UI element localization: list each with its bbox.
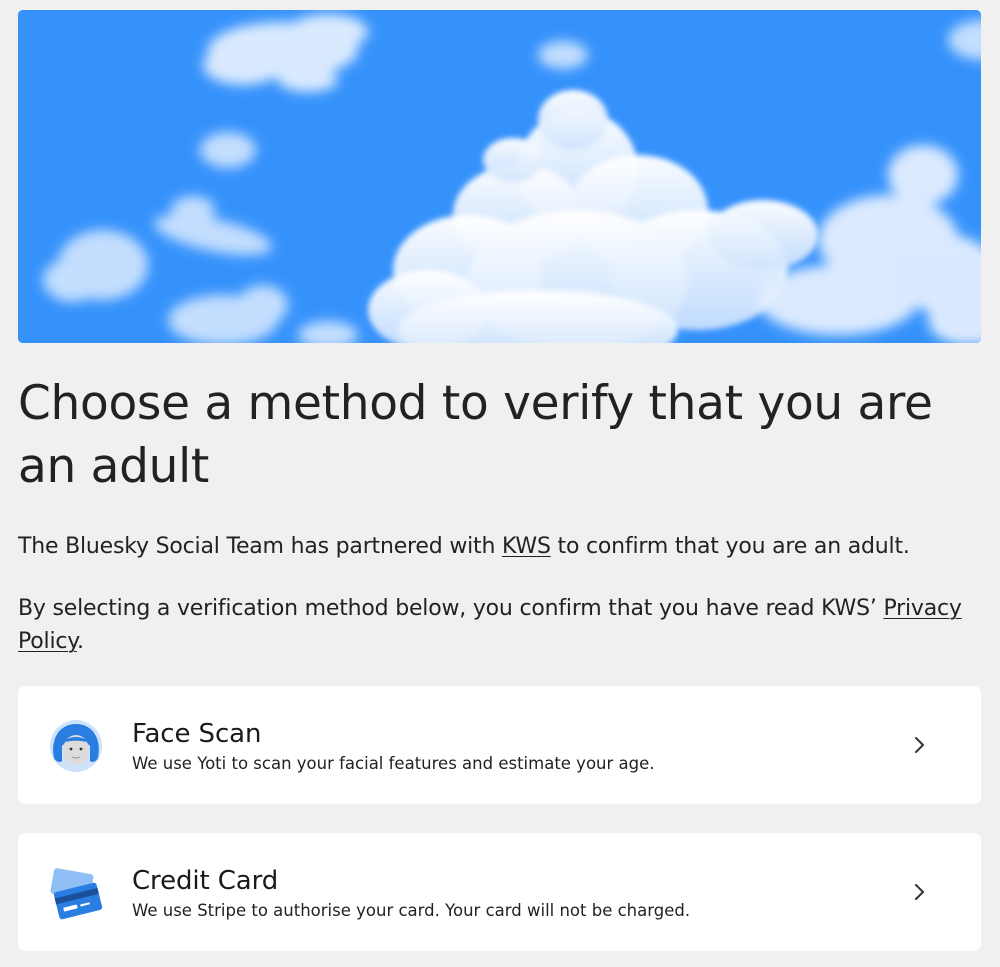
partner-text-before: The Bluesky Social Team has partnered wi…: [18, 534, 502, 559]
chevron-right-icon: [907, 880, 931, 904]
method-description: We use Stripe to authorise your card. Yo…: [132, 901, 691, 920]
sky-clouds-image: [18, 10, 981, 343]
chevron-right-icon: [907, 733, 931, 757]
credit-card-icon: [46, 863, 106, 923]
page-title: Choose a method to verify that you are a…: [18, 376, 933, 494]
hero-banner: [18, 10, 981, 343]
method-credit-card[interactable]: Credit Card We use Stripe to authorise y…: [18, 833, 981, 951]
method-title: Credit Card: [132, 866, 279, 896]
partner-notice: The Bluesky Social Team has partnered wi…: [18, 530, 978, 563]
method-face-scan[interactable]: Face Scan We use Yoti to scan your facia…: [18, 686, 981, 804]
face-icon: [46, 716, 106, 776]
consent-text-before: By selecting a verification method below…: [18, 596, 884, 621]
consent-text-after: .: [76, 629, 84, 654]
kws-link[interactable]: KWS: [502, 534, 551, 559]
privacy-consent: By selecting a verification method below…: [18, 592, 978, 658]
method-description: We use Yoti to scan your facial features…: [132, 754, 655, 773]
method-title: Face Scan: [132, 719, 262, 749]
partner-text-after: to confirm that you are an adult.: [550, 534, 910, 559]
